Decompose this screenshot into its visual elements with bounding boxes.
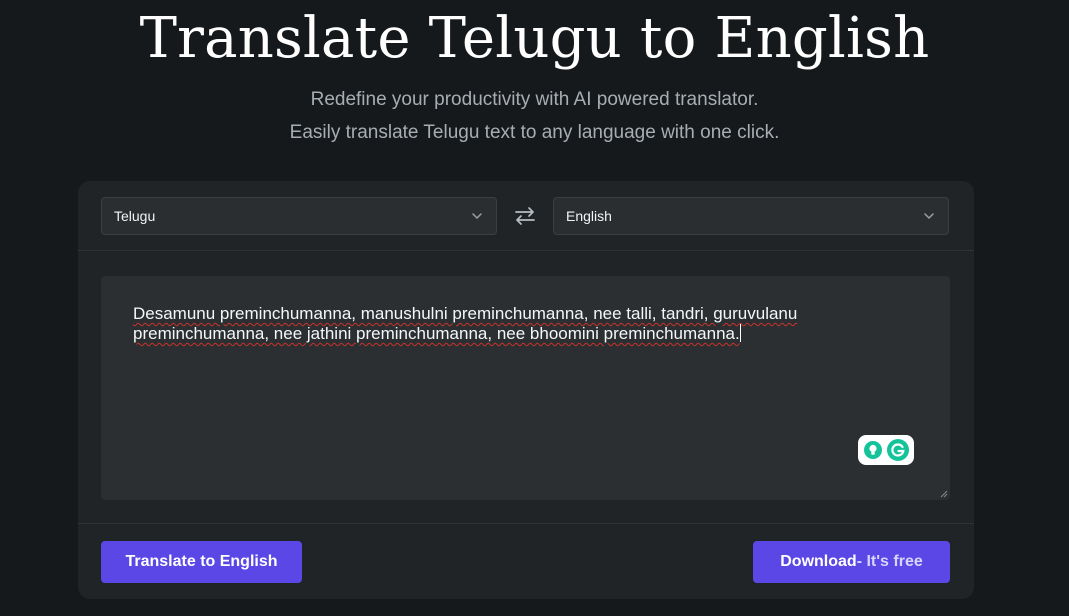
target-language-select[interactable]: English [553, 197, 949, 235]
chevron-down-icon [472, 213, 482, 220]
target-language-value: English [566, 208, 612, 224]
swap-arrows-icon [515, 207, 535, 225]
lightbulb-icon [863, 441, 882, 459]
grammarly-icon [886, 439, 909, 461]
download-label: Download [780, 553, 857, 570]
page-title: Translate Telugu to English [139, 6, 930, 71]
source-language-value: Telugu [114, 208, 156, 224]
chevron-down-icon [924, 213, 934, 220]
page-subtitle-line-2: Easily translate Telugu text to any lang… [289, 122, 780, 143]
header-divider [78, 250, 974, 251]
download-button[interactable]: Download- It's free [753, 541, 950, 583]
source-language-select[interactable]: Telugu [101, 197, 497, 235]
source-text-content: Desamunu preminchumanna, manushulni prem… [133, 304, 798, 343]
resize-handle-icon[interactable] [940, 490, 948, 498]
page-subtitle-line-1: Redefine your productivity with AI power… [310, 89, 759, 110]
footer-divider [78, 523, 974, 524]
translate-button[interactable]: Translate to English [101, 541, 302, 583]
page: Translate Telugu to English Redefine you… [0, 0, 1069, 616]
grammarly-widget[interactable] [858, 435, 914, 465]
swap-languages-button[interactable] [512, 204, 538, 228]
source-text-input[interactable]: Desamunu preminchumanna, manushulni prem… [101, 276, 950, 500]
text-caret [739, 324, 741, 342]
download-free-label: - It's free [856, 553, 923, 570]
translator-card: Telugu English Desamunu preminchumanna, … [78, 181, 974, 599]
